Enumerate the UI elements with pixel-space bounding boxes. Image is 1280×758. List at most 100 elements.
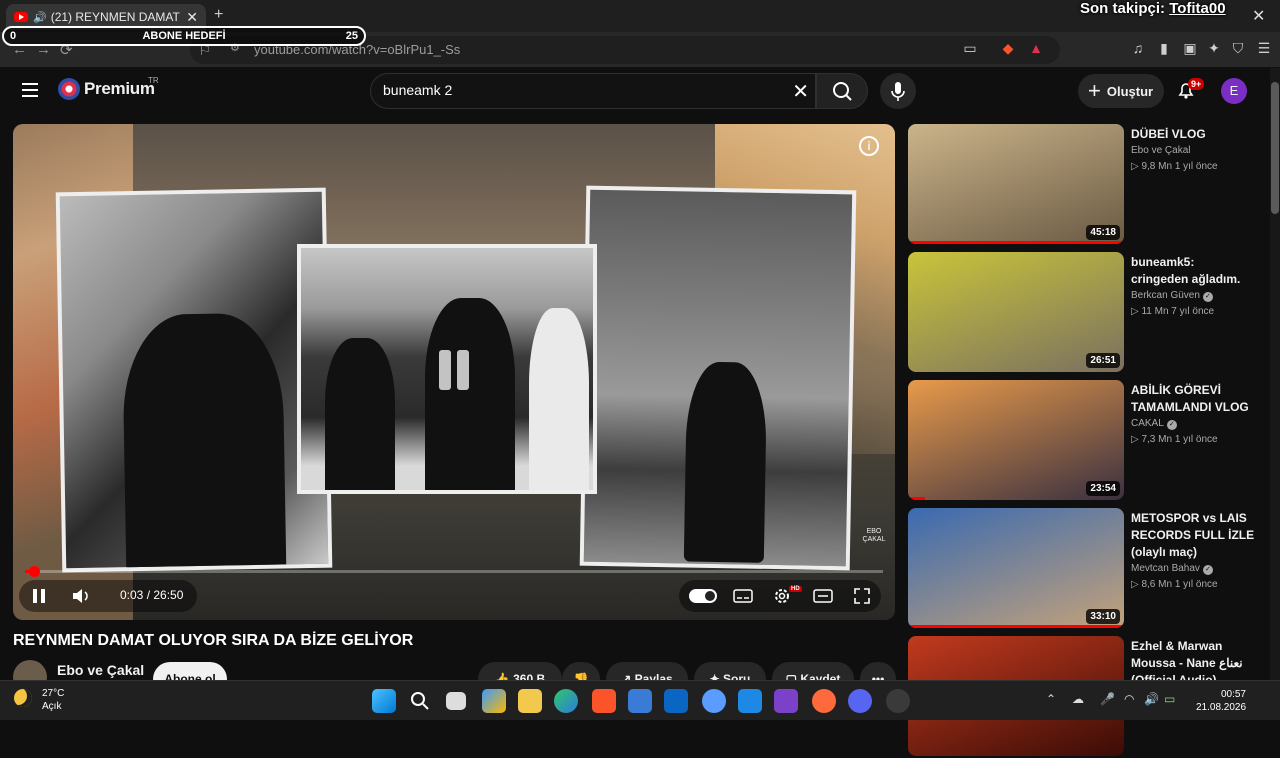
recommended-video-title[interactable]: DÜBEİ VLOG	[1131, 126, 1255, 143]
obs-icon[interactable]	[886, 689, 910, 713]
system-clock[interactable]: 00:57 21.08.2026	[1196, 688, 1246, 714]
recommended-video-title[interactable]: buneamk5: cringeden ağladım.	[1131, 254, 1255, 288]
recommended-channel-name: Ebo ve Çakal	[1131, 145, 1191, 156]
voice-search-button[interactable]	[880, 73, 916, 109]
hamburger-menu-icon[interactable]	[22, 83, 38, 97]
store-icon[interactable]	[628, 689, 652, 713]
app-icon[interactable]	[812, 689, 836, 713]
recommended-views-age: 7,3 Mn 1 yıl önce	[1141, 434, 1218, 445]
video-duration: 33:10	[1086, 609, 1120, 624]
battery-icon[interactable]: ▭	[1164, 692, 1175, 706]
video-player[interactable]: i EBO ÇAKAL 0:03 / 26:50 HD	[13, 124, 895, 620]
video-thumbnail[interactable]: 33:10	[908, 508, 1124, 628]
miniplayer-icon[interactable]	[813, 588, 833, 604]
watched-progress-bar	[908, 497, 926, 500]
clock-time: 00:57	[1220, 689, 1246, 700]
info-icon[interactable]: i	[859, 136, 879, 156]
wedding-photo-left	[55, 187, 333, 573]
video-thumbnail[interactable]: 45:18	[908, 124, 1124, 244]
visual-studio-icon[interactable]	[774, 689, 798, 713]
music-icon[interactable]: ♫	[1130, 40, 1146, 56]
microphone-icon[interactable]: 🎤	[1100, 692, 1115, 706]
brave-shields-icon[interactable]: ◆	[1000, 40, 1016, 56]
verified-check-icon: ✓	[1202, 292, 1213, 302]
subtitles-icon[interactable]	[733, 588, 753, 604]
recommended-video-title[interactable]: METOSPOR vs LAIS RECORDS FULL İZLE (olay…	[1131, 510, 1255, 561]
goal-max: 25	[345, 30, 358, 42]
task-view-icon[interactable]	[446, 692, 466, 710]
scrollbar-thumb[interactable]	[1271, 82, 1279, 214]
brave-rewards-icon[interactable]: ▲	[1028, 40, 1044, 56]
channel-name[interactable]: Ebo ve Çakal	[57, 662, 144, 678]
youtube-premium-logo[interactable]: Premium TR	[58, 76, 159, 100]
account-avatar[interactable]: E	[1221, 78, 1247, 104]
search-input[interactable]	[383, 82, 783, 98]
create-label: Oluştur	[1106, 83, 1154, 99]
recommended-video[interactable]: 33:10 METOSPOR vs LAIS RECORDS FULL İZLE …	[908, 508, 1260, 630]
verified-check-icon: ✓	[1202, 565, 1213, 575]
copilot-icon[interactable]	[482, 689, 506, 713]
weather-temp: 27°C	[42, 688, 65, 699]
recommended-video[interactable]: 23:54 ABİLİK GÖREVİ TAMAMLANDI VLOG CAKAL ✓…	[908, 380, 1260, 502]
pause-icon[interactable]	[31, 588, 49, 604]
tab-close-icon[interactable]: ✕	[186, 9, 198, 26]
app-icon[interactable]	[702, 689, 726, 713]
progress-bar[interactable]	[25, 566, 883, 577]
search-icon[interactable]	[408, 689, 432, 713]
recommended-meta: ▷ 11 Mn 7 yıl önce	[1131, 306, 1214, 317]
video-thumbnail[interactable]: 23:54	[908, 380, 1124, 500]
volume-icon[interactable]	[71, 588, 91, 604]
recommended-channel[interactable]: Berkcan Güven ✓	[1131, 290, 1213, 302]
volume-icon[interactable]: 🔊	[1144, 692, 1159, 706]
weather-condition: Açık	[42, 701, 62, 712]
brave-icon[interactable]	[592, 689, 616, 713]
fullscreen-icon[interactable]	[853, 587, 871, 605]
views-play-icon: ▷	[1131, 434, 1142, 445]
pause-overlay-icon	[425, 342, 481, 398]
start-menu-icon[interactable]	[372, 689, 396, 713]
recommended-views-age: 8,6 Mn 1 yıl önce	[1141, 579, 1218, 590]
video-duration: 26:51	[1086, 353, 1120, 368]
clear-search-icon[interactable]: ✕	[792, 79, 809, 104]
search-button[interactable]	[816, 73, 868, 109]
editor-icon[interactable]	[738, 689, 762, 713]
recommended-channel[interactable]: Ebo ve Çakal	[1131, 145, 1190, 156]
tray-overflow-icon[interactable]: ⌃	[1046, 692, 1056, 706]
search-box[interactable]: ✕	[370, 73, 816, 109]
moon-icon	[14, 689, 32, 707]
discord-icon[interactable]	[848, 689, 872, 713]
speaker-icon[interactable]: 🔊	[33, 11, 47, 24]
recommended-video[interactable]: 26:51 buneamk5: cringeden ağladım. Berkcan…	[908, 252, 1260, 374]
file-explorer-icon[interactable]	[518, 689, 542, 713]
sidebar-icon[interactable]: ▮	[1156, 40, 1172, 56]
recommended-video-title[interactable]: ABİLİK GÖREVİ TAMAMLANDI VLOG	[1131, 382, 1255, 416]
recommended-views-age: 9,8 Mn 1 yıl önce	[1141, 161, 1218, 172]
vpn-icon[interactable]: ⛉	[1230, 40, 1246, 56]
microphone-icon	[891, 82, 905, 101]
windows-taskbar: 27°C Açık ⌃ ☁ 🎤 ◠ 🔊 ▭ 00:57 21.08.2026	[0, 680, 1280, 720]
wedding-photo-right	[579, 185, 857, 571]
edge-icon[interactable]	[554, 689, 578, 713]
progress-scrubber[interactable]	[29, 566, 40, 577]
cloud-icon[interactable]: ☁	[1072, 692, 1084, 706]
menu-icon[interactable]: ☰	[1256, 40, 1272, 56]
leo-ai-icon[interactable]: ✦	[1206, 40, 1222, 56]
wifi-icon[interactable]: ◠	[1124, 692, 1134, 706]
recommended-channel[interactable]: CAKAL ✓	[1131, 418, 1177, 430]
new-tab-button[interactable]: +	[214, 6, 223, 24]
wallet-icon[interactable]: ▣	[1182, 40, 1198, 56]
video-duration: 45:18	[1086, 225, 1120, 240]
logo-text: Premium	[84, 79, 155, 98]
linkedin-icon[interactable]	[664, 689, 688, 713]
recommended-channel[interactable]: Mevtcan Bahav ✓	[1131, 563, 1213, 575]
subscriber-goal-overlay: 0 ABONE HEDEFİ 25	[2, 26, 366, 46]
search-icon	[833, 82, 852, 101]
tab-title: (21) REYNMEN DAMAT OLUYOR	[50, 10, 181, 24]
cast-icon[interactable]: ▭	[962, 40, 978, 56]
autoplay-toggle[interactable]	[689, 589, 717, 603]
create-button[interactable]: + Oluştur	[1078, 74, 1164, 108]
goal-label: ABONE HEDEFİ	[142, 30, 226, 42]
video-thumbnail[interactable]: 26:51	[908, 252, 1124, 372]
recommended-video[interactable]: 45:18 DÜBEİ VLOG Ebo ve Çakal ▷ 9,8 Mn 1 yı…	[908, 124, 1260, 246]
watched-progress-bar	[908, 241, 1124, 244]
